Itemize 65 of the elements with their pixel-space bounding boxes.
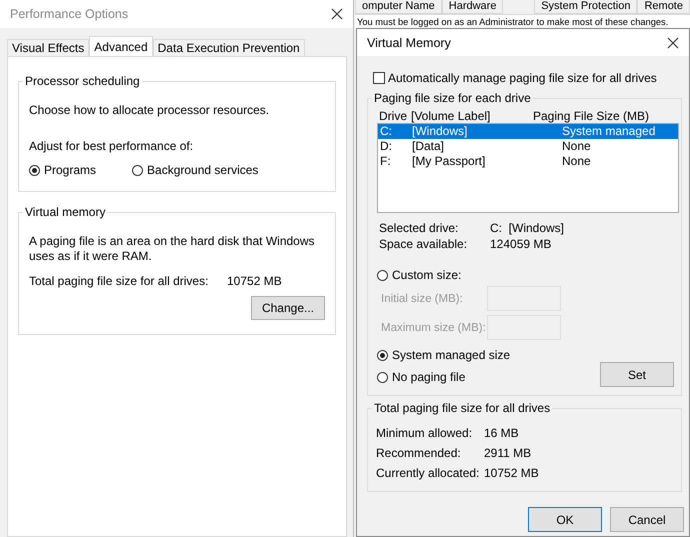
tab[interactable]: Hardware (442, 0, 504, 14)
info-value: 2911 MB (484, 445, 532, 462)
volume-label: [Data] (412, 139, 446, 154)
close-icon[interactable] (667, 36, 679, 48)
tab[interactable]: omputer Name (355, 0, 442, 14)
notice-text: You must be logged on as an Administrator to make most of these changes. (356, 16, 670, 27)
tab[interactable]: Visual Effects (7, 39, 90, 56)
column-header: Paging File Size (MB) (533, 109, 650, 123)
option-label[interactable]: Programs (44, 163, 96, 177)
description-text: Choose how to allocate processor resources. (29, 103, 270, 117)
field-label: Initial size (MB): (381, 292, 464, 304)
set-button[interactable]: Set (600, 362, 674, 387)
description-text: A paging file is an area on the hard disk that Windows uses as if it were RAM. (29, 234, 316, 264)
volume-label: [Windows] (412, 124, 468, 139)
info-value: C: [Windows] (490, 221, 566, 235)
tab[interactable]: Advanced (89, 36, 153, 56)
group-title: Processor scheduling (23, 74, 142, 88)
ok-button[interactable]: OK (528, 507, 602, 532)
info-label: Recommended: (376, 445, 462, 462)
option-label[interactable]: System managed size (392, 348, 510, 362)
group-title: Virtual memory (23, 205, 108, 219)
drive-list[interactable]: C: [Windows] System managed D: [Data] None F: [My Passport] None (377, 123, 679, 213)
drive-row[interactable]: C: [Windows] System managed (378, 124, 678, 139)
drive-letter: C: (380, 124, 393, 139)
radio-button[interactable] (29, 164, 40, 176)
tab[interactable]: Data Execution Prevention (152, 39, 305, 56)
drive-row[interactable]: F: [My Passport] None (378, 154, 678, 169)
option-label[interactable]: No paging file (392, 370, 466, 384)
option-label[interactable]: Custom size: (392, 268, 462, 282)
radio-button[interactable] (132, 164, 144, 176)
info-value: 10752 MB (484, 465, 540, 482)
group-title: Total paging file size for all drives (372, 401, 552, 415)
group-title: Paging file size for each drive (372, 91, 533, 105)
paging-size: None (562, 139, 592, 154)
drive-letter: D: (380, 139, 393, 154)
field-label: Maximum size (MB): (381, 322, 487, 334)
label-text: Total paging file size for all drives: (29, 274, 210, 288)
column-header: Drive (379, 109, 408, 123)
drive-row[interactable]: D: [Data] None (378, 139, 678, 154)
volume-label: [My Passport] (412, 154, 486, 169)
info-label: Minimum allowed: (376, 425, 474, 442)
value-text: 10752 MB (227, 274, 282, 288)
radio-button[interactable] (377, 350, 388, 360)
change-button[interactable]: Change... (251, 296, 325, 320)
drive-letter: F: (380, 154, 392, 169)
cancel-button[interactable]: Cancel (610, 507, 684, 532)
column-header: [Volume Label] (411, 109, 492, 123)
tab[interactable]: Remote (637, 0, 690, 14)
info-value: 16 MB (484, 425, 520, 442)
paging-size: System managed (562, 124, 656, 139)
window-title: Virtual Memory (367, 36, 451, 50)
label-text: Adjust for best performance of: (29, 139, 194, 153)
info-label: Selected drive: (379, 221, 460, 235)
checkbox[interactable] (373, 72, 385, 84)
checkbox-label[interactable]: Automatically manage paging file size for all drives (388, 71, 657, 85)
info-value: 124059 MB (490, 237, 552, 251)
tab[interactable]: System Protection (534, 0, 638, 14)
option-label[interactable]: Background services (147, 163, 258, 177)
info-label: Currently allocated: (376, 465, 480, 482)
radio-button[interactable] (377, 270, 388, 280)
info-label: Space available: (379, 237, 468, 251)
radio-button[interactable] (377, 372, 388, 382)
paging-size: None (562, 154, 592, 169)
close-icon[interactable] (331, 8, 343, 20)
window-title: Performance Options (10, 7, 128, 21)
